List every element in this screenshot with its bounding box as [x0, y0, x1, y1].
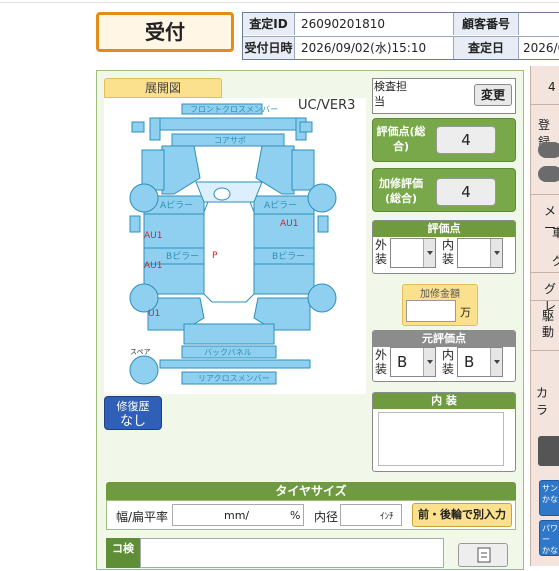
- tire-inch-unit: ｲﾝﾁ: [380, 512, 394, 522]
- reception-button[interactable]: 受付: [96, 12, 234, 52]
- rear-cross-member-label: リアクロスメンバー: [198, 374, 270, 383]
- reception-datetime-value: 2026/09/02(水)15:10: [301, 41, 427, 55]
- right-strip-divider: [530, 272, 559, 273]
- right-strip-toggle-1[interactable]: [538, 142, 559, 158]
- original-exterior-select[interactable]: B: [390, 347, 436, 377]
- right-strip-blue-button-2[interactable]: パワー かな: [539, 520, 559, 556]
- tire-pct-unit: %: [290, 509, 301, 522]
- inspector-label: 検査担当: [374, 80, 407, 108]
- top-border: [0, 2, 559, 3]
- right-strip-toggle-2[interactable]: [538, 166, 559, 182]
- extra-amount-input[interactable]: [406, 300, 456, 322]
- wheel-front-right[interactable]: [307, 183, 337, 213]
- right-strip-divider: [530, 104, 559, 105]
- tire-inner-label: 内径: [314, 510, 339, 524]
- damage-mark-p: P: [212, 251, 218, 261]
- document-icon: [477, 547, 491, 563]
- right-strip-divider: [530, 350, 559, 351]
- chevron-down-icon: [423, 239, 435, 267]
- rating-interior-select[interactable]: [457, 238, 503, 268]
- original-interior-select[interactable]: B: [457, 347, 503, 377]
- chevron-down-icon: [423, 348, 435, 376]
- tire-size-header: タイヤサイズ: [106, 482, 516, 500]
- assessment-info-table: 査定ID 26090201810 顧客番号 受付日時 2026/09/02(水)…: [242, 12, 559, 60]
- trunk-floor-part[interactable]: [183, 323, 275, 345]
- extra-score-label: 加修評価(総合): [379, 177, 423, 205]
- back-panel-label: バックパネル: [204, 348, 252, 357]
- score-label: 評価点(総合): [376, 125, 426, 153]
- right-strip-blue-button-1[interactable]: サン かな: [539, 480, 559, 516]
- chevron-down-icon: [490, 348, 502, 376]
- right-strip-divider: [530, 194, 559, 195]
- headlight-right[interactable]: [299, 121, 313, 133]
- wheel-rear-left[interactable]: [129, 283, 159, 313]
- right-strip-text-8: カラ: [536, 386, 549, 417]
- customer-no-label: 顧客番号: [453, 13, 519, 35]
- damage-mark-au1-c: AU1: [144, 261, 162, 271]
- comment-label: コ検: [106, 538, 140, 568]
- b-pillar-right-label: Bピラー: [272, 251, 305, 262]
- tire-width-ratio-label: 幅/扁平率: [116, 510, 169, 524]
- right-strip-text-4: 車: [552, 226, 559, 240]
- front-cross-member-label: フロントクロスメンバー: [190, 105, 278, 114]
- vehicle-diagram-svg: フロントクロスメンバー コアサポ Aピラー Aピラー Bピラー Bピラー バック…: [129, 103, 337, 385]
- chevron-down-icon: [490, 239, 502, 267]
- repair-history-button[interactable]: 修復歴 なし: [104, 396, 162, 430]
- a-pillar-right-label: Aピラー: [264, 200, 297, 211]
- right-strip-text-1: 4: [548, 80, 556, 94]
- right-strip-text-7: 駆動: [542, 309, 555, 339]
- assessment-id-value: 26090201810: [301, 17, 385, 31]
- assessment-date-label: 査定日: [453, 37, 519, 59]
- extra-score-value[interactable]: 4: [436, 178, 496, 206]
- assessment-id-label: 査定ID: [243, 13, 295, 35]
- damage-mark-au1-a: AU1: [144, 231, 162, 241]
- score-value[interactable]: 4: [436, 126, 496, 154]
- original-interior-label: 内装: [442, 348, 455, 376]
- front-frame-part[interactable]: [149, 117, 307, 131]
- inner-panel-right-part[interactable]: [255, 145, 295, 195]
- original-rating-header: 元評価点: [373, 331, 515, 347]
- rating-header: 評価点: [373, 221, 515, 237]
- spare-label: スペア: [130, 348, 151, 356]
- mirror-right[interactable]: [317, 215, 329, 233]
- a-pillar-left-label: Aピラー: [160, 200, 193, 211]
- repair-history-label: 修復歴: [116, 400, 150, 413]
- reception-datetime-label: 受付日時: [243, 37, 295, 59]
- spare-tire[interactable]: [129, 355, 159, 385]
- headlight-left[interactable]: [131, 121, 145, 133]
- diagram-tab[interactable]: 展開図: [104, 78, 222, 98]
- mirror-left[interactable]: [129, 215, 141, 233]
- split-front-rear-button[interactable]: 前・後輪で別入力: [412, 503, 512, 527]
- original-exterior-label: 外装: [375, 348, 388, 376]
- rating-exterior-select[interactable]: [390, 238, 436, 268]
- inner-panel-left-part[interactable]: [161, 145, 201, 195]
- damage-mark-au1-b: AU1: [280, 219, 298, 229]
- rear-frame-part[interactable]: [159, 359, 311, 369]
- interior-textarea[interactable]: [378, 412, 504, 466]
- extra-amount-label: 加修金額: [420, 289, 460, 300]
- wheel-front-left[interactable]: [129, 183, 159, 213]
- right-strip-divider: [530, 300, 559, 301]
- vehicle-diagram: フロントクロスメンバー コアサポ Aピラー Aピラー Bピラー Bピラー バック…: [104, 98, 366, 394]
- front-frame-left-part[interactable]: [149, 117, 161, 141]
- rating-interior-label: 内装: [442, 238, 455, 266]
- emblem-part: [213, 187, 231, 201]
- interior-header: 内 装: [373, 393, 515, 409]
- right-strip-dark-button[interactable]: [538, 436, 559, 466]
- tire-mm-unit: mm/: [224, 509, 250, 522]
- comment-textarea[interactable]: [140, 538, 444, 568]
- right-strip-text-5: グ: [552, 254, 559, 268]
- diagram-version: UC/VER3: [298, 98, 356, 113]
- repair-history-value: なし: [119, 414, 146, 429]
- rating-exterior-label: 外装: [375, 238, 388, 266]
- front-fender-right-part[interactable]: [291, 149, 315, 191]
- b-pillar-left-label: Bピラー: [166, 251, 199, 262]
- core-support-label: コアサポ: [214, 136, 246, 145]
- extra-amount-unit: 万: [460, 306, 471, 319]
- change-inspector-button[interactable]: 変更: [474, 84, 512, 106]
- wheel-rear-right[interactable]: [307, 283, 337, 313]
- damage-mark-u1: U1: [148, 309, 160, 319]
- assessment-date-value: 2026/0: [523, 41, 559, 55]
- comment-edit-button[interactable]: [458, 543, 508, 567]
